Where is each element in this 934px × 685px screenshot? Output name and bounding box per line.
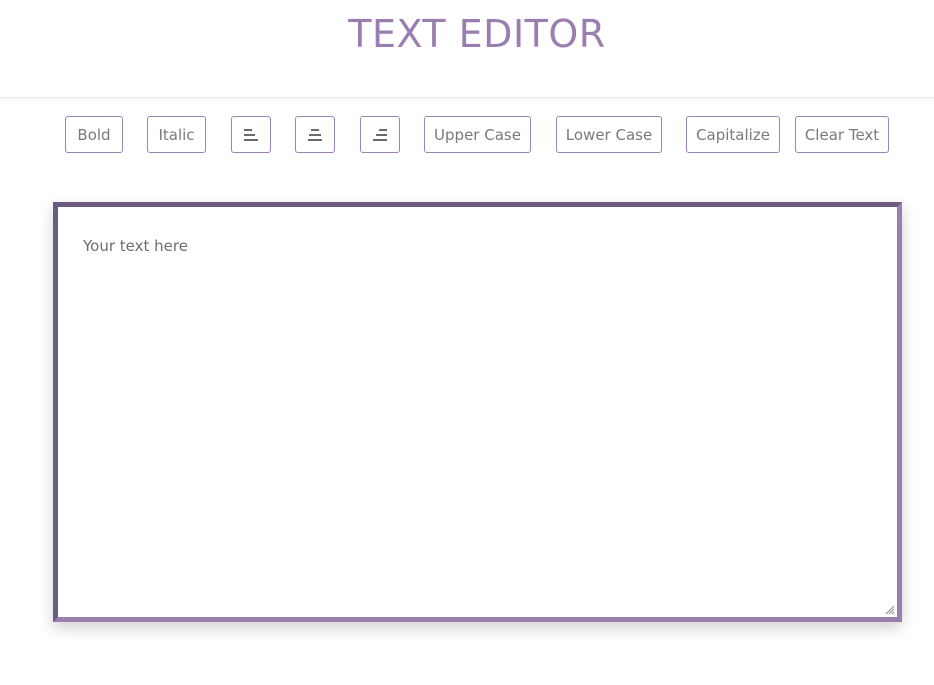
italic-button-label: Italic bbox=[158, 125, 195, 144]
lower-case-button[interactable]: Lower Case bbox=[556, 116, 662, 153]
page-title: TEXT EDITOR bbox=[348, 12, 606, 56]
bold-button-label: Bold bbox=[77, 125, 111, 144]
bold-button[interactable]: Bold bbox=[65, 116, 123, 153]
align-center-button[interactable] bbox=[295, 116, 335, 153]
capitalize-button[interactable]: Capitalize bbox=[686, 116, 780, 153]
clear-text-button[interactable]: Clear Text bbox=[795, 116, 889, 153]
align-left-button[interactable] bbox=[231, 116, 271, 153]
italic-button[interactable]: Italic bbox=[147, 116, 206, 153]
upper-case-button[interactable]: Upper Case bbox=[424, 116, 531, 153]
resize-handle-icon[interactable] bbox=[883, 603, 895, 615]
upper-case-button-label: Upper Case bbox=[434, 125, 521, 144]
app-header: TEXT EDITOR bbox=[0, 0, 934, 98]
align-right-button[interactable] bbox=[360, 116, 400, 153]
align-right-icon bbox=[373, 128, 387, 141]
align-center-icon bbox=[308, 128, 322, 141]
clear-text-button-label: Clear Text bbox=[804, 125, 880, 144]
editor-container bbox=[53, 202, 902, 622]
align-left-icon bbox=[244, 128, 258, 141]
text-editor-area[interactable] bbox=[58, 207, 897, 617]
lower-case-button-label: Lower Case bbox=[565, 125, 653, 144]
capitalize-button-label: Capitalize bbox=[696, 125, 770, 144]
